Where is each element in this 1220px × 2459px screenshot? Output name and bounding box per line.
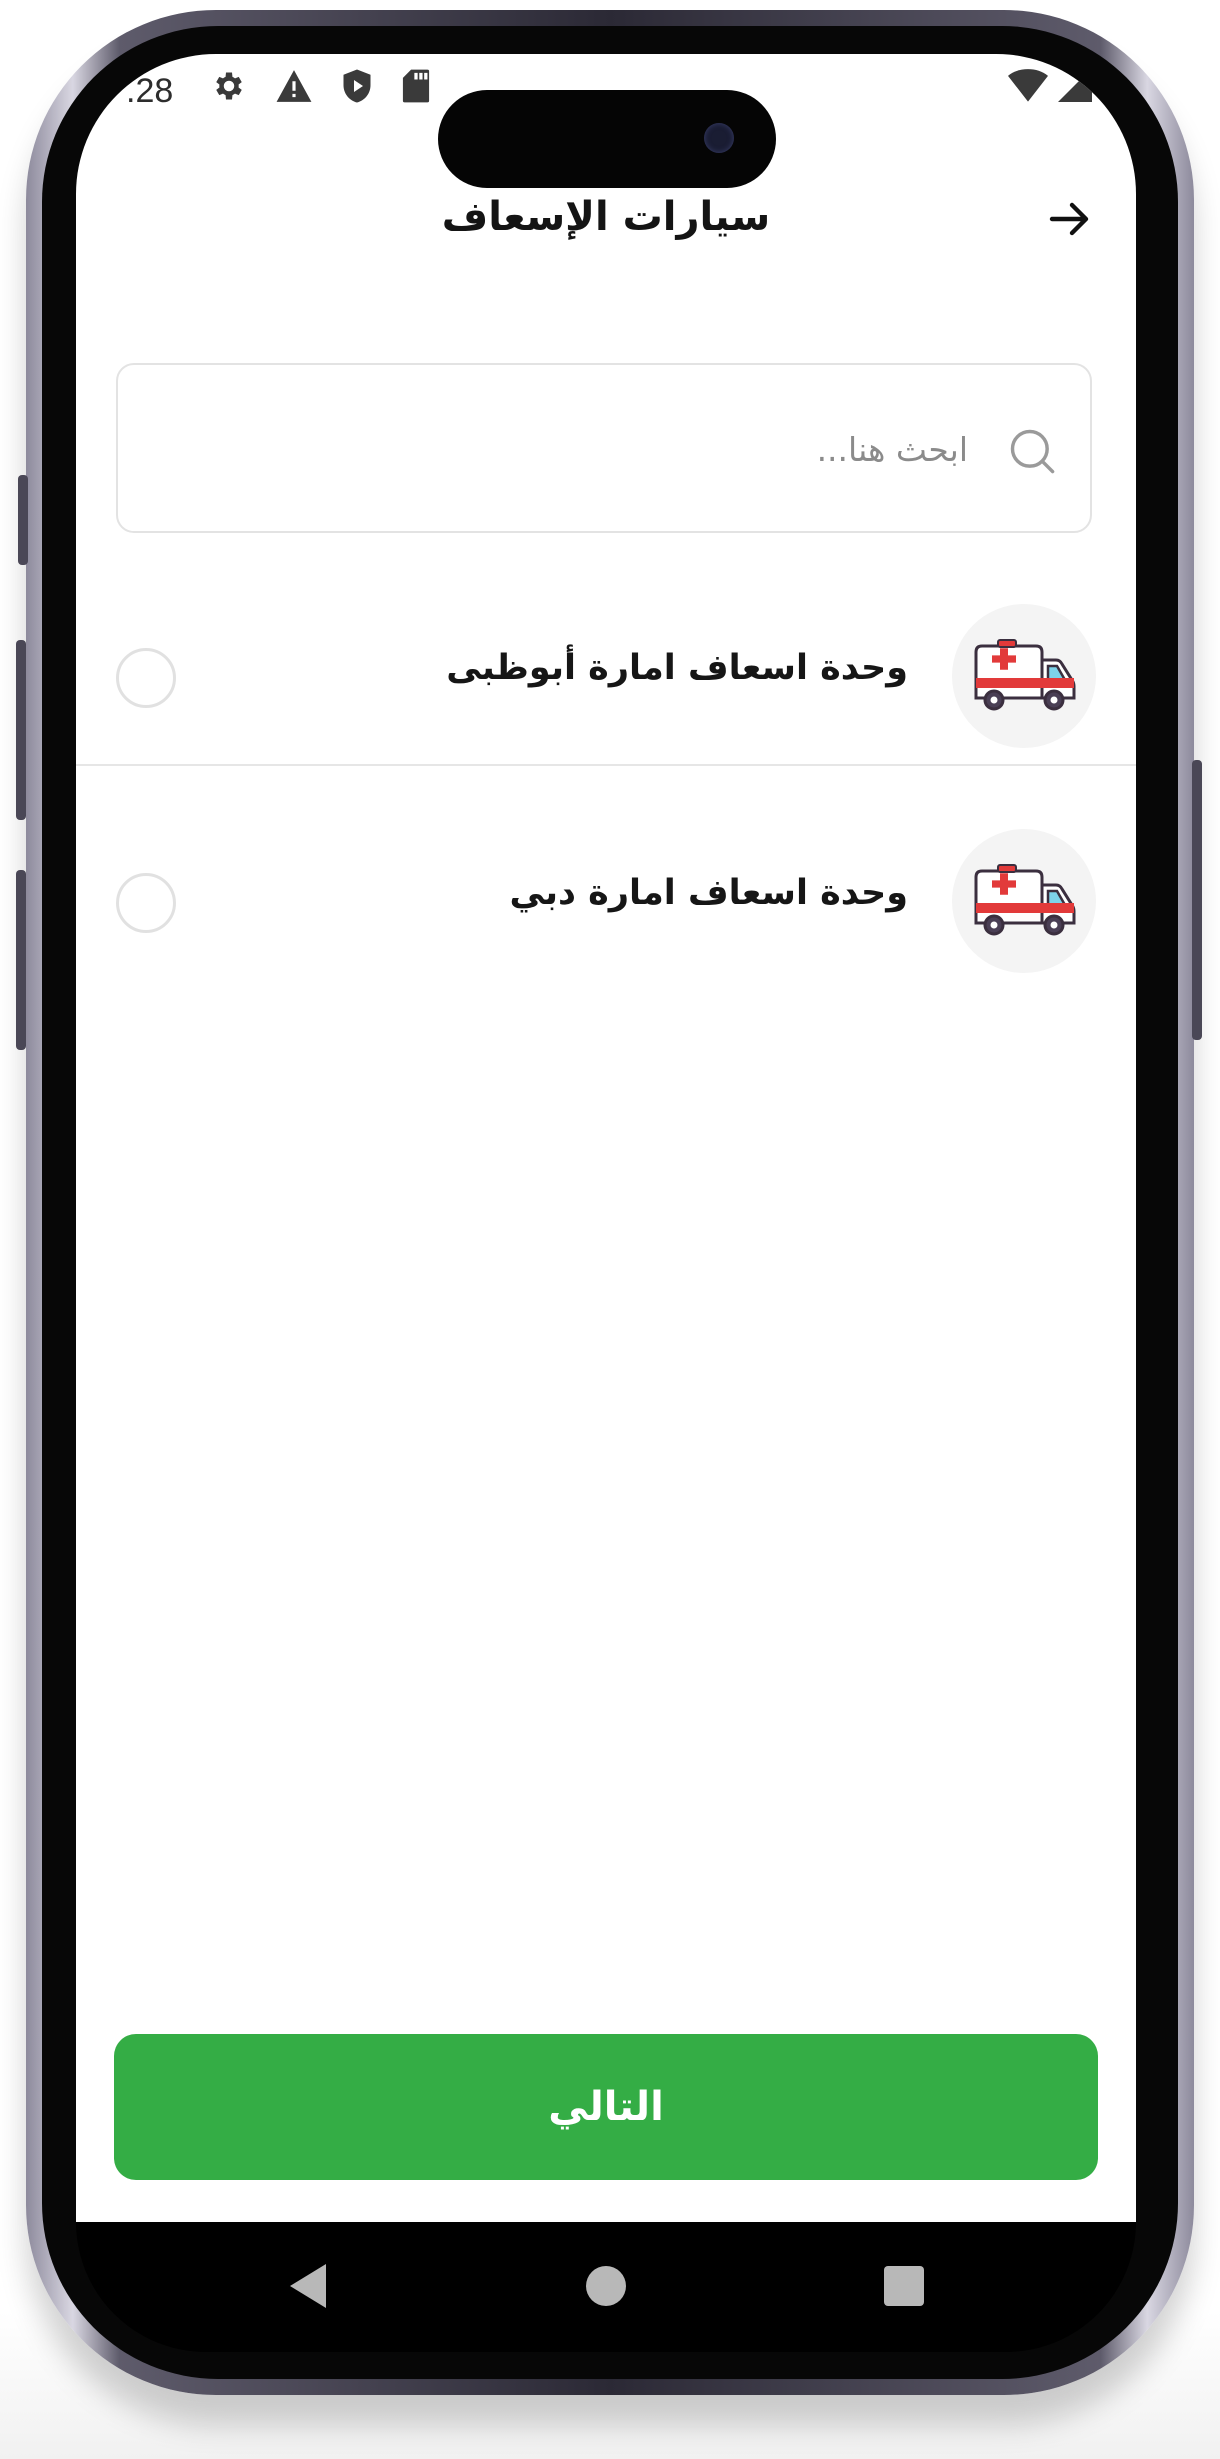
search-box[interactable] [116,363,1092,533]
page-title: سيارات الإسعاف [441,194,771,240]
side-button-silent [18,475,28,565]
cell-signal-icon [1058,68,1092,102]
side-button-volume-down [16,870,26,1050]
nav-back-icon[interactable] [286,2262,330,2310]
camera-icon [704,123,734,153]
search-input[interactable] [266,415,970,483]
arrow-right-icon [1049,202,1089,236]
status-icons-left [211,68,431,104]
shield-play-icon [343,69,371,103]
radio-button[interactable] [116,873,176,933]
nav-recent-icon[interactable] [882,2262,926,2310]
wifi-icon [1008,69,1048,102]
battery-icon [1102,70,1116,100]
item-avatar [952,604,1096,748]
nav-home-icon[interactable] [584,2262,628,2310]
app-screen: .28 سيارات الإسعاف ابحث هنا... وحدة اسعا… [76,54,1136,2222]
item-label: وحدة اسعاف امارة دبي [509,873,908,913]
status-time: .28 [126,72,174,110]
system-nav-bar [76,2222,1136,2352]
list-item[interactable]: وحدة اسعاف امارة دبي [76,799,1136,1019]
divider [76,764,1136,766]
gear-icon [216,72,242,100]
ambulance-icon [974,639,1076,711]
next-button[interactable]: التالي [114,2034,1098,2180]
item-avatar [952,829,1096,973]
side-button-volume-up [16,640,26,820]
back-button[interactable] [1040,189,1100,249]
warning-icon [276,70,312,102]
radio-button[interactable] [116,648,176,708]
stage: .28 سيارات الإسعاف ابحث هنا... وحدة اسعا… [0,0,1220,2459]
item-label: وحدة اسعاف امارة أبوظبى [446,648,908,688]
ambulance-icon [974,864,1076,936]
side-button-power [1192,760,1202,1040]
list-item[interactable]: وحدة اسعاف امارة أبوظبى [76,574,1136,794]
status-icons-right [1008,68,1116,102]
search-icon [1010,429,1055,474]
sd-card-icon [402,69,430,103]
dynamic-island [438,90,776,188]
